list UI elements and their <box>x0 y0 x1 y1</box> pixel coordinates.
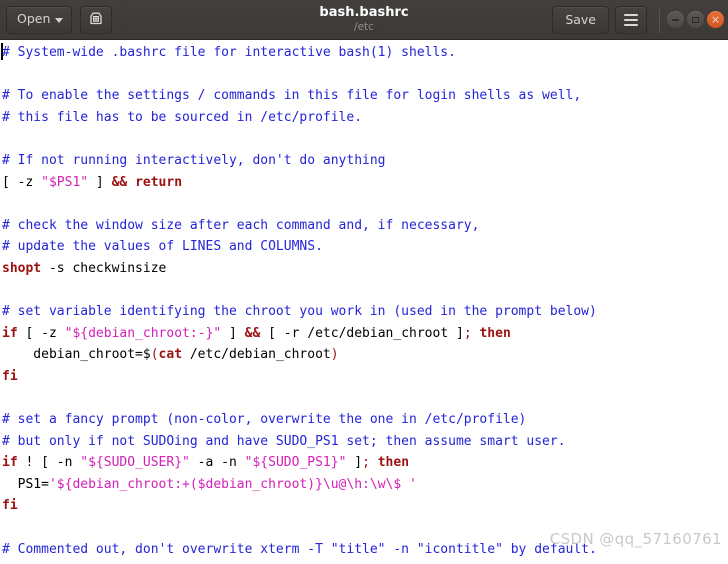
code-token-string: '${debian_chroot:+($debian_chroot)}\u@\h… <box>48 476 417 492</box>
page-title: bash.bashrc <box>319 4 409 20</box>
window-controls: × <box>659 6 724 33</box>
code-token-comment: # check the window size after each comma… <box>2 217 480 233</box>
code-token-string: "${debian_chroot:-}" <box>64 325 222 341</box>
code-token-kw: fi <box>2 368 18 384</box>
code-line: # System-wide .bashrc file for interacti… <box>2 42 728 64</box>
save-document-icon <box>88 10 104 29</box>
code-line: if ! [ -n "${SUDO_USER}" -a -n "${SUDO_P… <box>2 452 728 474</box>
code-line: # If this is an xterm set the title to u… <box>2 560 728 564</box>
chevron-down-icon <box>55 17 64 23</box>
code-line: # update the values of LINES and COLUMNS… <box>2 236 728 258</box>
hamburger-menu-icon <box>624 13 638 26</box>
code-token-string: "$PS1" <box>41 174 89 190</box>
code-token-comment: # update the values of LINES and COLUMNS… <box>2 239 323 255</box>
code-line: # check the window size after each comma… <box>2 215 728 237</box>
code-token-kw: shopt <box>2 260 42 276</box>
code-line: # To enable the settings / commands in t… <box>2 85 728 107</box>
code-line: if [ -z "${debian_chroot:-}" ] && [ -r /… <box>2 323 728 345</box>
save-button[interactable]: Save <box>552 5 609 34</box>
code-line: # this file has to be sourced in /etc/pr… <box>2 107 728 129</box>
code-token-plain: [ -r /etc/debian_chroot ] <box>260 325 464 341</box>
code-line: # but only if not SUDOing and have SUDO_… <box>2 431 728 453</box>
code-line: # Commented out, don't overwrite xterm -… <box>2 539 728 561</box>
maximize-button[interactable] <box>687 11 704 28</box>
code-line: PS1='${debian_chroot:+($debian_chroot)}\… <box>2 474 728 496</box>
open-button[interactable]: Open <box>6 5 73 34</box>
minimize-icon <box>672 18 679 21</box>
code-token-string: "${SUDO_PS1}" <box>244 455 347 471</box>
text-editor-area[interactable]: # System-wide .bashrc file for interacti… <box>0 40 728 564</box>
save-button-label: Save <box>565 12 596 27</box>
code-token-string: "${SUDO_USER}" <box>80 455 190 471</box>
code-token-comment: # this file has to be sourced in /etc/pr… <box>2 109 363 125</box>
code-token-kw: then <box>377 455 410 471</box>
title-bar: Open bash.bashrc /etc Save × <box>0 0 728 40</box>
save-as-button[interactable] <box>80 5 113 34</box>
code-line: # set variable identifying the chroot yo… <box>2 301 728 323</box>
code-token-kw: then <box>479 325 511 341</box>
close-icon: × <box>710 13 721 26</box>
file-path-subtitle: /etc <box>354 20 374 33</box>
code-token-plain: ! [ -n <box>17 455 81 471</box>
code-token-plain: PS1= <box>2 476 49 492</box>
code-token-plain: /etc/debian_chroot <box>182 347 331 363</box>
code-token-comment: # set a fancy prompt (non-color, overwri… <box>2 412 527 428</box>
code-token-op: ; <box>362 455 370 471</box>
open-button-label: Open <box>17 11 51 27</box>
code-line: fi <box>2 495 728 517</box>
code-line: [ -z "$PS1" ] && return <box>2 172 728 194</box>
close-button[interactable]: × <box>707 11 724 28</box>
gedit-window: Open bash.bashrc /etc Save × # System-wi… <box>0 0 728 564</box>
code-token-plain: [ -z <box>2 174 42 190</box>
code-token-comment: # set variable identifying the chroot yo… <box>2 304 597 320</box>
code-token-kw: if <box>2 325 18 341</box>
source-code-view[interactable]: # System-wide .bashrc file for interacti… <box>0 40 728 564</box>
code-token-kw: if <box>2 455 18 471</box>
code-token-plain: ] <box>346 455 363 471</box>
titlebar-right-actions: Save × <box>552 5 724 34</box>
code-token-plain: debian_chroot=$ <box>2 347 151 363</box>
code-token-plain: ] <box>88 174 112 190</box>
code-token-kw: cat <box>158 347 183 363</box>
code-token-plain: ] <box>221 325 245 341</box>
code-token-comment: # To enable the settings / commands in t… <box>2 88 582 104</box>
minimize-button[interactable] <box>667 11 684 28</box>
code-line: fi <box>2 366 728 388</box>
code-line: debian_chroot=$(cat /etc/debian_chroot) <box>2 344 728 366</box>
code-token-kw: fi <box>2 498 18 514</box>
code-token-kw: && <box>244 325 261 341</box>
maximize-icon <box>692 16 699 23</box>
code-line: # set a fancy prompt (non-color, overwri… <box>2 409 728 431</box>
code-token-comment: # If not running interactively, don't do… <box>2 152 386 168</box>
code-token-comment: # but only if not SUDOing and have SUDO_… <box>2 433 566 449</box>
code-token-op: ; <box>463 325 472 341</box>
code-token-comment: # System-wide .bashrc file for interacti… <box>2 45 456 60</box>
code-line: # If not running interactively, don't do… <box>2 150 728 172</box>
code-token-plain: [ -z <box>17 325 65 341</box>
code-line: shopt -s checkwinsize <box>2 258 728 280</box>
code-token-plain: -s checkwinsize <box>41 260 167 276</box>
code-token-op: ) <box>330 347 339 363</box>
code-token-kw: && return <box>111 174 183 190</box>
titlebar-left-actions: Open <box>6 5 116 34</box>
code-token-op: ( <box>150 347 159 363</box>
hamburger-menu-button[interactable] <box>615 5 647 34</box>
code-token-comment: # Commented out, don't overwrite xterm -… <box>2 541 597 557</box>
code-token-plain: -a -n <box>189 455 245 471</box>
